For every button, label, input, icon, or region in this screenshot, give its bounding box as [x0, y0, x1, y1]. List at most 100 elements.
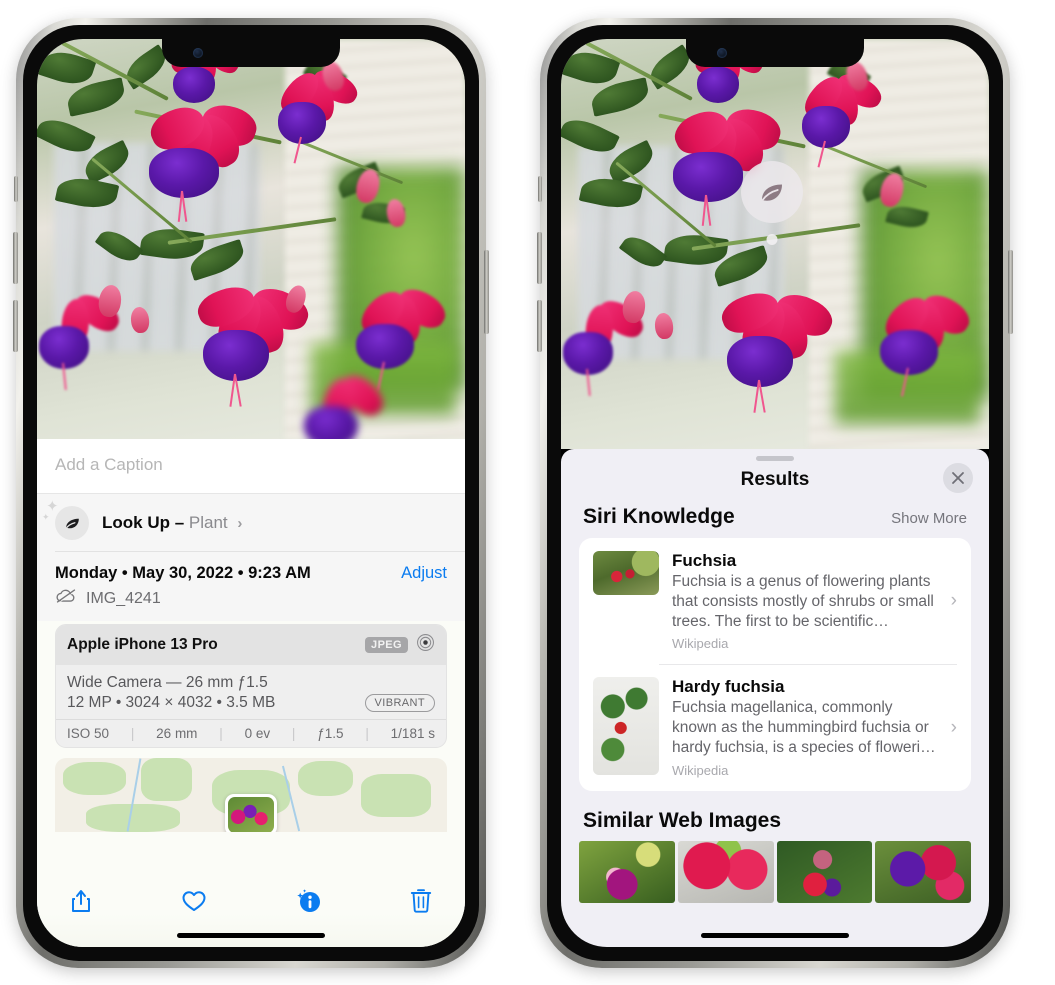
- lens-description: Wide Camera — 26 mm ƒ1.5: [67, 674, 268, 691]
- power-button[interactable]: [1008, 250, 1013, 334]
- chevron-right-icon: ›: [237, 515, 243, 532]
- close-button[interactable]: [943, 463, 973, 493]
- knowledge-source: Wikipedia: [672, 762, 729, 778]
- caption-input[interactable]: Add a Caption: [37, 439, 465, 494]
- silent-switch[interactable]: [538, 176, 542, 202]
- siri-knowledge-header: Siri Knowledge Show More: [561, 505, 989, 538]
- photo-leaf: [37, 45, 97, 91]
- silent-switch[interactable]: [14, 176, 18, 202]
- show-more-button[interactable]: Show More: [891, 510, 967, 527]
- phone-screen: Results Siri Knowledge Show More Fuchsia…: [561, 39, 989, 947]
- photo-flower: [121, 99, 262, 222]
- photo-flower: [333, 281, 452, 391]
- exif-body: Wide Camera — 26 mm ƒ1.5 12 MP • 3024 × …: [56, 665, 446, 719]
- date-row: Monday • May 30, 2022 • 9:23 AM Adjust: [37, 552, 465, 585]
- phone-bezel: Add a Caption ✦ ✦ Look Up – Plant › Mond…: [23, 25, 479, 961]
- photo-filename: IMG_4241: [86, 589, 161, 607]
- volume-down-button[interactable]: [537, 300, 542, 352]
- iphone-right: Results Siri Knowledge Show More Fuchsia…: [537, 18, 1013, 968]
- similar-image-2[interactable]: [677, 840, 774, 903]
- photo-flower: [283, 368, 390, 439]
- file-row: IMG_4241: [37, 585, 465, 621]
- share-button[interactable]: [61, 885, 101, 921]
- location-map[interactable]: [55, 758, 447, 832]
- lens-icon: [416, 633, 435, 657]
- photo-viewer-left[interactable]: [37, 39, 465, 439]
- knowledge-thumbnail: [593, 551, 659, 595]
- heart-icon: [181, 889, 207, 918]
- delete-button[interactable]: [401, 885, 441, 921]
- section-title-similar-web-images: Similar Web Images: [583, 808, 782, 832]
- section-title-siri-knowledge: Siri Knowledge: [583, 505, 735, 528]
- volume-up-button[interactable]: [13, 232, 18, 284]
- camera-device-name: Apple iPhone 13 Pro: [67, 636, 218, 653]
- photographic-style-badge: VIBRANT: [364, 694, 435, 712]
- exif-divider: |: [291, 726, 296, 741]
- look-up-title: Look Up –: [102, 513, 185, 532]
- screenshot-canvas: Add a Caption ✦ ✦ Look Up – Plant › Mond…: [0, 0, 1055, 985]
- results-header: Results: [561, 461, 989, 505]
- photo-flower: [177, 280, 314, 407]
- badge-pointer: [766, 234, 778, 245]
- volume-down-button[interactable]: [13, 300, 18, 352]
- exif-divider: |: [130, 726, 135, 741]
- exif-divider: |: [219, 726, 223, 741]
- home-indicator[interactable]: [701, 933, 849, 938]
- image-size-line: 12 MP • 3024 × 4032 • 3.5 MB: [67, 694, 276, 711]
- knowledge-item-hardy-fuchsia[interactable]: Hardy fuchsia Fuchsia magellanica, commo…: [579, 664, 971, 790]
- trash-icon: [410, 888, 432, 919]
- share-icon: [69, 887, 93, 920]
- knowledge-source: Wikipedia: [672, 636, 729, 652]
- similar-image-4[interactable]: [875, 840, 971, 903]
- photo-flower: [857, 287, 976, 397]
- similar-image-3[interactable]: [776, 840, 873, 903]
- chevron-right-icon: ›: [950, 716, 957, 738]
- exif-divider: |: [365, 726, 369, 741]
- knowledge-title: Fuchsia: [672, 551, 737, 570]
- front-camera-icon: [193, 48, 203, 58]
- photo-leaf: [561, 45, 621, 91]
- adjust-button[interactable]: Adjust: [401, 564, 447, 583]
- photo-viewer-right[interactable]: [561, 39, 989, 449]
- volume-up-button[interactable]: [537, 232, 542, 284]
- front-camera-icon: [717, 48, 727, 58]
- location-photo-thumbnail: [228, 797, 274, 832]
- favorite-button[interactable]: [174, 885, 214, 921]
- photo-flower: [561, 293, 649, 397]
- knowledge-description: Fuchsia is a genus of flowering plants t…: [672, 573, 934, 630]
- photo-flower: [701, 286, 838, 413]
- notch: [686, 39, 864, 67]
- look-up-row[interactable]: ✦ ✦ Look Up – Plant ›: [37, 494, 465, 552]
- chevron-right-icon: ›: [950, 590, 957, 612]
- photo-date: Monday • May 30, 2022 • 9:23 AM: [55, 564, 311, 582]
- knowledge-description: Fuchsia magellanica, commonly known as t…: [672, 699, 936, 757]
- info-button[interactable]: [288, 885, 328, 921]
- leaf-icon: ✦ ✦: [42, 499, 89, 540]
- look-up-label: Look Up – Plant ›: [102, 513, 242, 533]
- similar-image-1[interactable]: [579, 840, 675, 903]
- photo-location-pin[interactable]: [225, 794, 277, 832]
- exif-shutter-speed: 1/181 s: [390, 726, 435, 741]
- visual-lookup-badge[interactable]: [741, 161, 803, 245]
- phone-bezel: Results Siri Knowledge Show More Fuchsia…: [547, 25, 1003, 961]
- cloud-slash-icon: [55, 588, 77, 609]
- exif-focal-length: 26 mm: [156, 726, 198, 741]
- exif-iso: ISO 50: [67, 726, 110, 741]
- visual-lookup-results-sheet: Results Siri Knowledge Show More Fuchsia…: [561, 449, 989, 947]
- photo-info-sheet: Add a Caption ✦ ✦ Look Up – Plant › Mond…: [37, 439, 465, 947]
- knowledge-thumbnail: [593, 677, 659, 776]
- exif-settings-row: ISO 50 | 26 mm | 0 ev | ƒ1.5 | 1/181 s: [56, 719, 446, 747]
- photo-flower: [37, 287, 125, 391]
- exif-card[interactable]: Apple iPhone 13 Pro JPEG Wide Camera — 2…: [55, 624, 447, 748]
- close-icon: [952, 472, 964, 484]
- power-button[interactable]: [484, 250, 489, 334]
- info-icon: [293, 887, 323, 920]
- look-up-subject: Plant: [188, 513, 228, 532]
- home-indicator[interactable]: [177, 933, 325, 938]
- sparkle-icon: ✦: [42, 512, 50, 522]
- exif-header: Apple iPhone 13 Pro JPEG: [56, 625, 446, 665]
- exif-aperture: ƒ1.5: [317, 726, 344, 741]
- knowledge-item-fuchsia[interactable]: Fuchsia Fuchsia is a genus of flowering …: [579, 538, 971, 664]
- phone-screen: Add a Caption ✦ ✦ Look Up – Plant › Mond…: [37, 39, 465, 947]
- results-title: Results: [740, 469, 810, 490]
